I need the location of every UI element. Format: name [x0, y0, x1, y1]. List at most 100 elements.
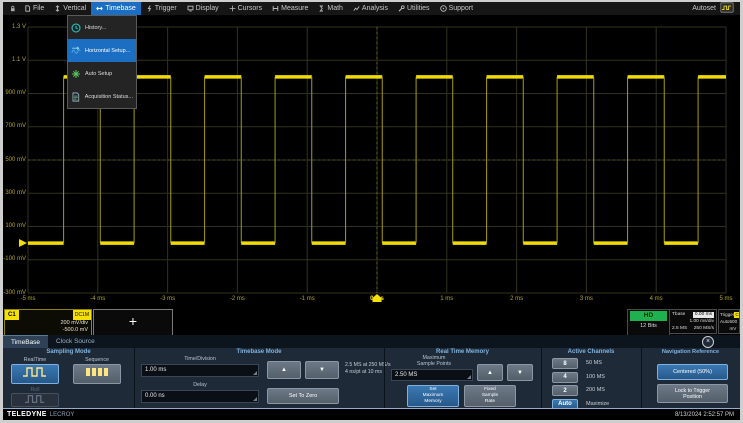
trigger-type: Edge: [720, 332, 731, 334]
v-axis-label: -100 mV: [0, 256, 26, 263]
dropdown-item-history[interactable]: History...: [68, 16, 136, 39]
max-sample-points-field[interactable]: 2.50 MS: [391, 369, 473, 381]
cursors-icon: [229, 5, 236, 12]
fixed-sample-rate-button[interactable]: FixedSampleRate: [464, 385, 516, 407]
time-division-up-button[interactable]: ▲: [267, 361, 301, 379]
menu-item-support[interactable]: Support: [435, 2, 479, 15]
menu-item-math[interactable]: Math: [313, 2, 348, 15]
active-channels-8-button[interactable]: 8: [552, 358, 578, 369]
navigation-reference-header: Navigation Reference: [641, 349, 740, 355]
sequence-button[interactable]: [73, 364, 121, 384]
c1-badge: C1: [5, 310, 19, 320]
measure-icon: [272, 5, 279, 12]
lock-to-trigger-button[interactable]: Lock to TriggerPosition: [657, 384, 728, 403]
roll-button[interactable]: [11, 393, 59, 407]
timebase-descriptor[interactable]: Tbase0.00 ms 1.00 ms/div 2.5 MS250 MS/s: [669, 309, 717, 334]
centered-button[interactable]: Centered (50%): [657, 364, 728, 380]
menu-item-label: Measure: [281, 5, 308, 12]
menu-item-label: Analysis: [362, 5, 388, 12]
menu-item-cursors[interactable]: Cursors: [224, 2, 268, 15]
t-axis-label: -2 ms: [219, 296, 255, 303]
active-channels-4-button[interactable]: 4: [552, 372, 578, 383]
trigger-source-badge: C1: [734, 312, 740, 318]
trigger-descriptor[interactable]: TriggerC1DC Auto500 mV EdgePositive: [718, 309, 740, 334]
analysis-icon: [353, 5, 360, 12]
trigger-icon: [146, 5, 153, 12]
channel-c1-descriptor[interactable]: C1 DC1M 200 mV/div -500.0 mV: [4, 309, 92, 336]
v-axis-label: 900 mV: [0, 90, 26, 97]
tab-clock-source[interactable]: Clock Source: [48, 335, 103, 348]
menu-item-timebase[interactable]: Timebase: [91, 2, 140, 15]
menu-item-label: Display: [196, 5, 219, 12]
active-channels-memory-label: 50 MS: [586, 358, 602, 369]
dropdown-item-label: Horizontal Setup...: [85, 48, 130, 54]
add-trace-button[interactable]: +: [93, 309, 173, 336]
pin-icon: [6, 5, 19, 12]
clock-datetime: 8/13/2024 2:52:57 PM: [675, 412, 740, 418]
menu-item-file[interactable]: File: [19, 2, 49, 15]
autoset-button[interactable]: Autoset: [692, 2, 740, 15]
c1-coupling-badge: DC1M: [73, 310, 91, 320]
pin-icon: [9, 5, 16, 12]
dropdown-item-acquisition-status[interactable]: Acquisition Status...: [68, 85, 136, 108]
hd-mode-descriptor[interactable]: HD 12 Bits: [627, 309, 670, 336]
tab-timebase[interactable]: TimeBase: [3, 335, 48, 348]
auto-setup-icon: [71, 69, 81, 79]
realtime-label: RealTime: [11, 357, 59, 363]
menu-item-label: Cursors: [238, 5, 263, 12]
dropdown-item-horizontal-setup[interactable]: Horizontal Setup...: [68, 39, 136, 62]
memory-up-button[interactable]: ▲: [477, 364, 503, 381]
close-panel-icon[interactable]: ×: [702, 336, 714, 348]
horizontal-setup-icon: [71, 46, 81, 56]
dropdown-item-auto-setup[interactable]: Auto Setup: [68, 62, 136, 85]
menu-item-vertical[interactable]: Vertical: [49, 2, 91, 15]
menu-item-utilities[interactable]: Utilities: [393, 2, 435, 15]
menu-item-display[interactable]: Display: [182, 2, 224, 15]
file-icon: [24, 5, 31, 12]
t-axis-label: 0 ms: [359, 296, 395, 303]
set-to-zero-button[interactable]: Set To Zero: [267, 388, 339, 404]
active-channels-memory-label: 200 MS: [586, 385, 605, 396]
tbase-samples: 2.5 MS: [672, 325, 687, 332]
menu-item-label: File: [33, 5, 44, 12]
t-axis-label: -1 ms: [289, 296, 325, 303]
set-maximum-memory-button[interactable]: SetMaximumMemory: [407, 385, 459, 407]
t-axis-label: -3 ms: [150, 296, 186, 303]
menu-item-trigger[interactable]: Trigger: [141, 2, 182, 15]
time-division-down-button[interactable]: ▼: [305, 361, 339, 379]
t-axis-label: 4 ms: [638, 296, 674, 303]
menu-item-label: Utilities: [407, 5, 430, 12]
timebase-setup-panel: TimeBase Clock Source × Sampling Mode Re…: [3, 335, 740, 408]
sequence-segments-icon: [84, 365, 110, 383]
tbase-label: Tbase: [672, 311, 685, 318]
utilities-icon: [398, 5, 405, 12]
dropdown-item-label: History...: [85, 25, 106, 31]
timebase-mode-header: Timebase Mode: [134, 349, 384, 355]
delay-field[interactable]: 0.00 ns: [141, 390, 259, 403]
support-icon: [440, 5, 447, 12]
autoset-label: Autoset: [692, 5, 716, 12]
delay-label: Delay: [141, 382, 259, 388]
hd-badge: HD: [630, 311, 667, 321]
menu-item-analysis[interactable]: Analysis: [348, 2, 393, 15]
trigger-level: 500 mV: [729, 318, 738, 332]
sequence-label: Sequence: [73, 357, 121, 363]
descriptor-row: C1 DC1M 200 mV/div -500.0 mV + HD 12 Bit…: [3, 308, 740, 335]
acquisition-status-icon: [71, 92, 81, 102]
t-axis-label: -5 ms: [10, 296, 46, 303]
active-channels-header: Active Channels: [541, 349, 641, 355]
t-axis-label: -4 ms: [80, 296, 116, 303]
menu-item-measure[interactable]: Measure: [267, 2, 313, 15]
timebase-icon: [96, 5, 103, 12]
v-axis-label: 100 mV: [0, 223, 26, 230]
active-channels-2-button[interactable]: 2: [552, 385, 578, 396]
time-division-field[interactable]: 1.00 ms: [141, 364, 259, 377]
t-axis-label: 5 ms: [708, 296, 743, 303]
memory-down-button[interactable]: ▼: [507, 364, 533, 381]
math-icon: [318, 5, 325, 12]
panel-tabs: TimeBase Clock Source ×: [3, 335, 740, 348]
channel-zero-marker[interactable]: [19, 239, 27, 247]
sampling-mode-header: Sampling Mode: [3, 349, 134, 355]
realtime-button[interactable]: [11, 364, 59, 384]
menu-item-label: Timebase: [105, 5, 135, 12]
